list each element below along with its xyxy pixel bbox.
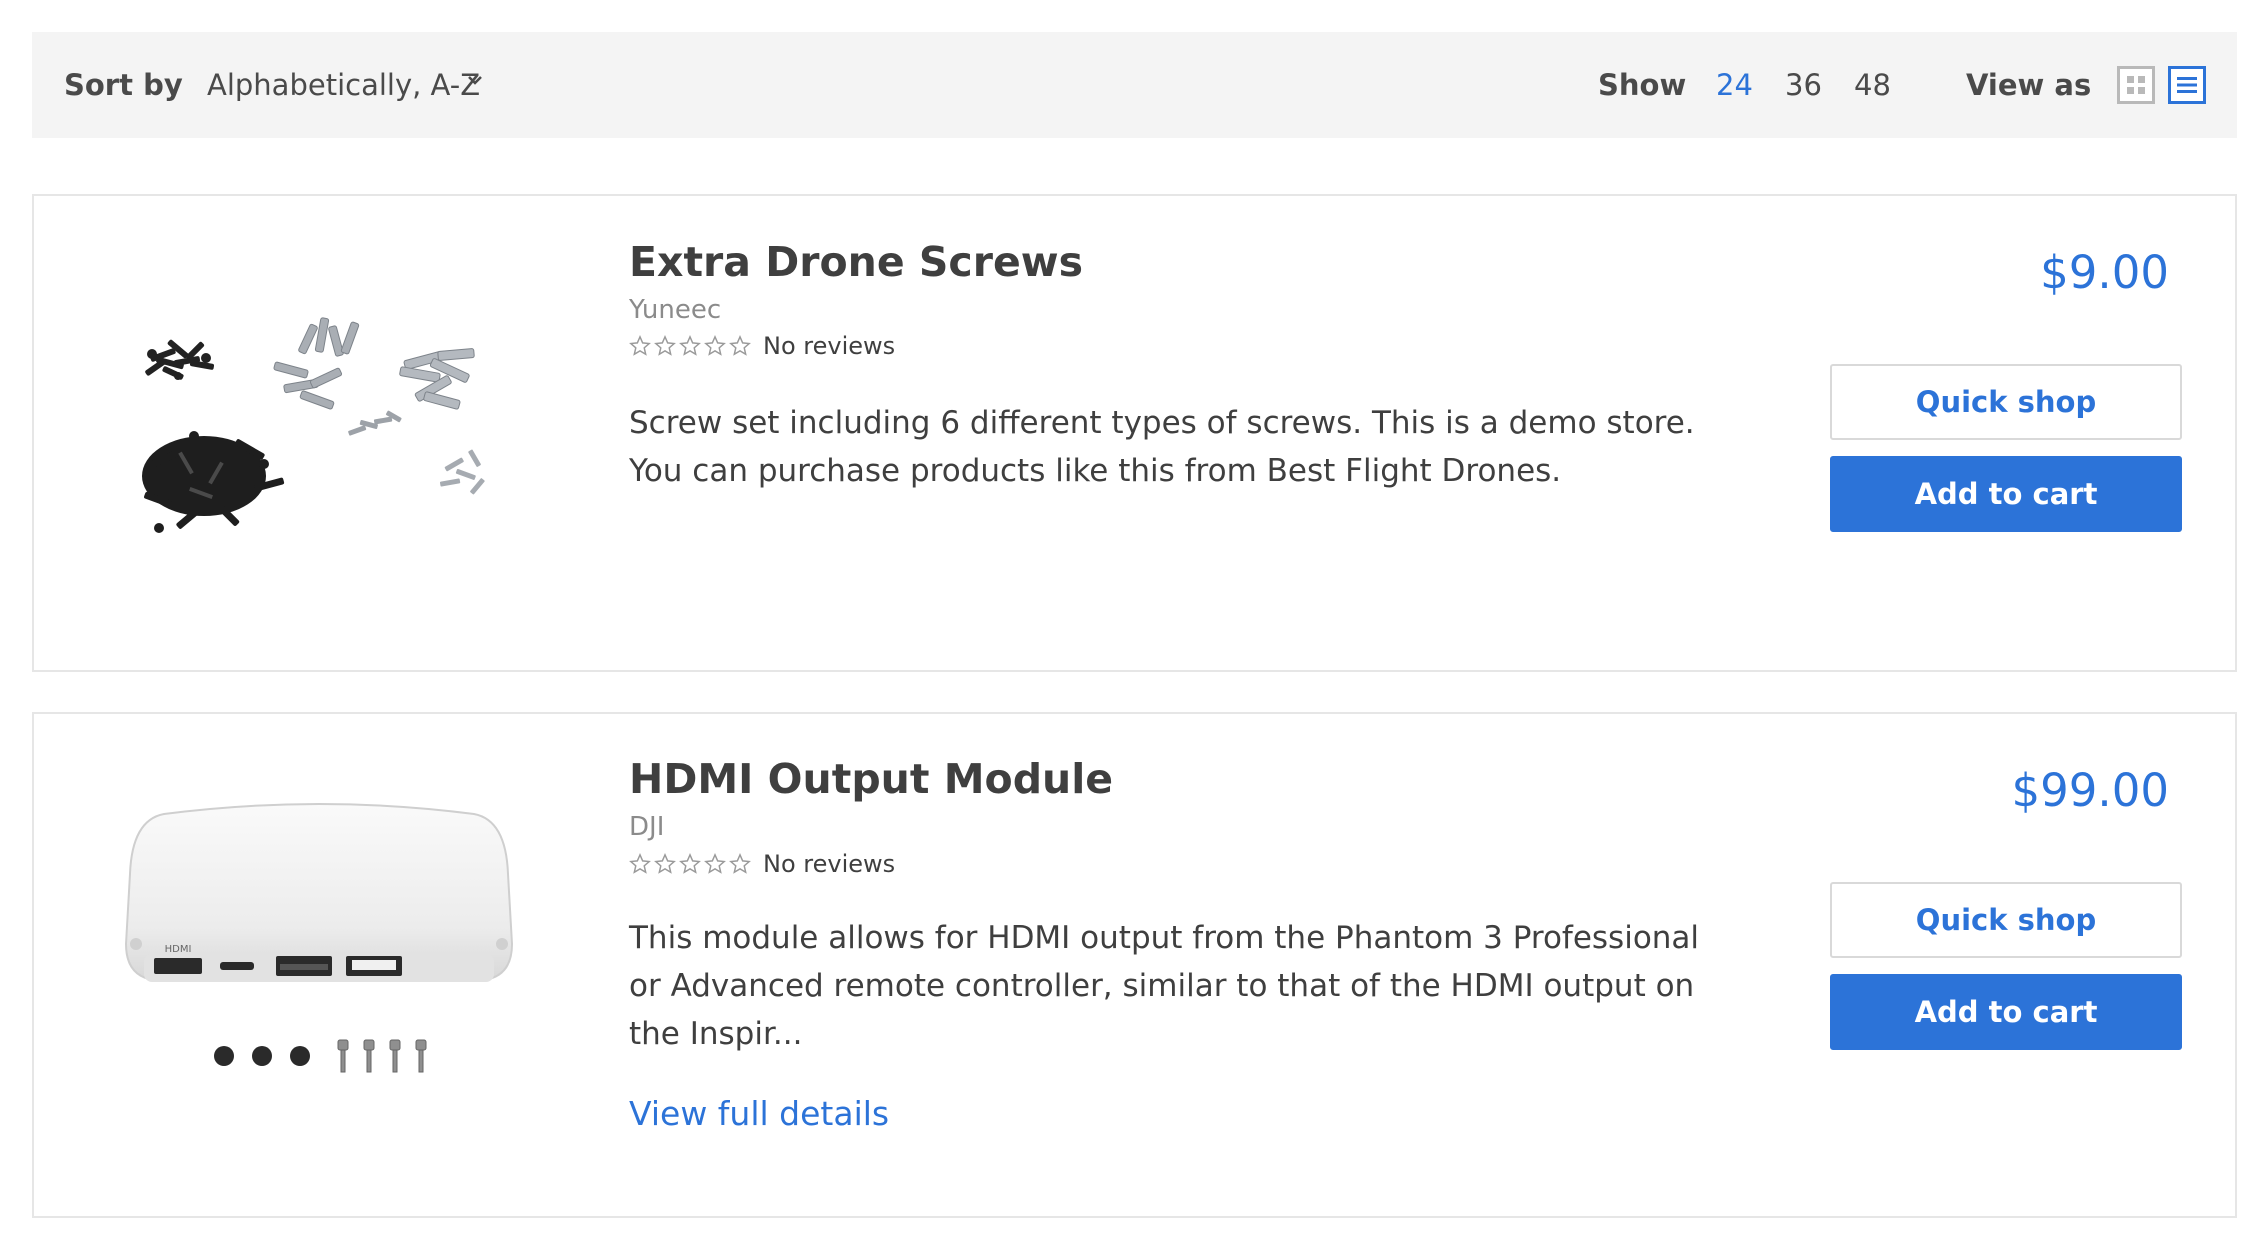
product-price: $9.00: [2040, 246, 2169, 299]
product-price: $99.00: [2011, 764, 2169, 817]
product-vendor: Yuneec: [629, 295, 722, 325]
show-label: Show: [1598, 68, 1687, 102]
reviews-count: No reviews: [763, 332, 896, 360]
product-image-screws[interactable]: [104, 296, 534, 566]
star-icon: [679, 853, 701, 874]
show-option-24[interactable]: 24: [1716, 32, 1753, 138]
product-title[interactable]: Extra Drone Screws: [629, 238, 1083, 286]
add-to-cart-button[interactable]: Add to cart: [1830, 974, 2182, 1050]
collection-toolbar: Sort by Alphabetically, A-Z Show 24 36 4…: [32, 32, 2237, 138]
add-to-cart-button[interactable]: Add to cart: [1830, 456, 2182, 532]
product-image-hdmi-module[interactable]: HDMI: [104, 794, 534, 1094]
star-rating-icons: [629, 853, 751, 875]
star-icon: [654, 853, 676, 874]
star-icon: [654, 335, 676, 356]
product-rating: No reviews: [629, 332, 895, 360]
star-icon: [629, 853, 651, 874]
grid-icon: [2127, 76, 2145, 94]
star-icon: [729, 853, 751, 874]
product-vendor: DJI: [629, 812, 665, 842]
product-description: This module allows for HDMI output from …: [629, 920, 1700, 1052]
product-card: Extra Drone Screws Yuneec No reviews Scr…: [32, 194, 2237, 672]
star-icon: [704, 853, 726, 874]
sort-by-label: Sort by: [64, 68, 183, 102]
view-as-label: View as: [1966, 68, 2092, 102]
product-rating: No reviews: [629, 850, 895, 878]
product-title[interactable]: HDMI Output Module: [629, 755, 1113, 803]
chevron-down-icon[interactable]: [467, 32, 491, 138]
hdmi-port-label: HDMI: [165, 944, 192, 955]
view-full-details-link[interactable]: View full details: [629, 1094, 889, 1133]
show-option-48[interactable]: 48: [1854, 32, 1891, 138]
product-card: HDMI HDMI Output Module DJI No reviews T…: [32, 712, 2237, 1218]
reviews-count: No reviews: [763, 850, 896, 878]
star-icon: [704, 335, 726, 356]
sort-select[interactable]: Alphabetically, A-Z: [207, 32, 480, 138]
star-rating-icons: [629, 335, 751, 357]
list-view-button[interactable]: [2168, 66, 2206, 104]
star-icon: [679, 335, 701, 356]
star-icon: [729, 335, 751, 356]
grid-view-button[interactable]: [2117, 66, 2155, 104]
list-icon: [2177, 77, 2197, 93]
product-description: Screw set including 6 different types of…: [629, 405, 1695, 489]
quick-shop-button[interactable]: Quick shop: [1830, 364, 2182, 440]
quick-shop-button[interactable]: Quick shop: [1830, 882, 2182, 958]
show-option-36[interactable]: 36: [1785, 32, 1822, 138]
star-icon: [629, 335, 651, 356]
